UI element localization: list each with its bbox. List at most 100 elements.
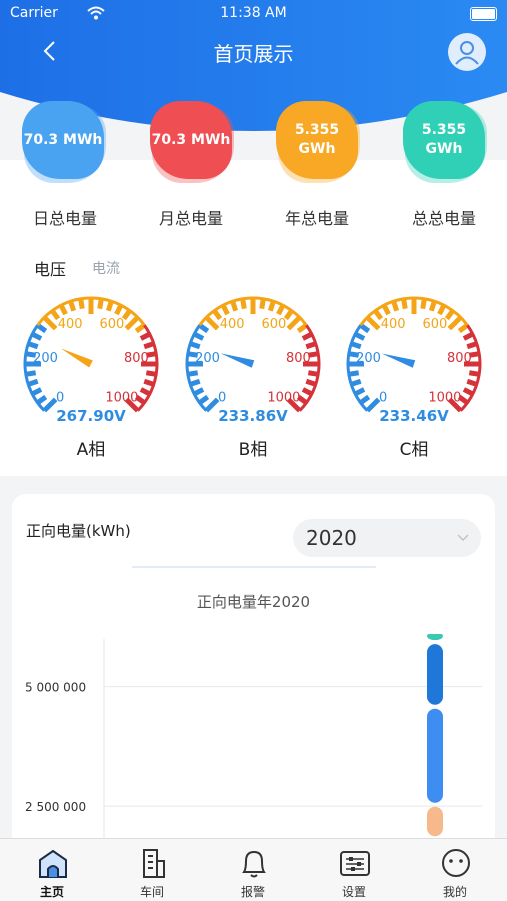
clock: 11:38 AM [220, 5, 287, 21]
tab-alarm[interactable]: 报警 [203, 839, 303, 901]
gauge-needle [381, 353, 416, 368]
bar-segment [427, 634, 443, 641]
gauge-b-value: 233.86V [218, 407, 288, 425]
home-icon [39, 849, 67, 878]
gauge-a: 0 200 400 600 800 1000 [23, 296, 159, 413]
bell-icon [242, 850, 266, 878]
gauge-tick [283, 309, 294, 321]
gauges-row: 0 200 400 600 800 1000 267.90V A相 0 200 400 600 8… [0, 288, 507, 468]
gauge-tick [198, 394, 210, 405]
building-icon [143, 849, 165, 878]
gauge-tick [145, 370, 157, 377]
tab-workshop-label: 车间 [139, 885, 164, 899]
tab-settings-label: 设置 [341, 885, 366, 899]
stat-total-label: 总总电量 [411, 209, 476, 228]
gauge-tick [359, 394, 371, 405]
gauge-tick [97, 298, 104, 310]
gauge-tick [466, 341, 478, 350]
stat-day-label: 日总电量 [32, 209, 97, 228]
gauge-tick [187, 370, 199, 377]
gauge-tick [58, 304, 68, 316]
stat-month-bubble: 70.3 MWh [150, 101, 232, 179]
gauge-tick-label: 200 [195, 351, 220, 366]
gauge-tick [204, 315, 220, 331]
tab-mine-label: 我的 [442, 885, 467, 899]
gauge-tick-label: 600 [422, 317, 447, 332]
year-select[interactable]: 2020 [293, 519, 481, 557]
gauge-tick [240, 298, 247, 310]
gauge-tick [124, 315, 140, 331]
gauge-tick [36, 394, 48, 405]
gauge-tick [466, 378, 478, 387]
gauge-tick [354, 331, 366, 341]
gauge-tick-label: 400 [381, 317, 406, 332]
chevron-down-icon [457, 534, 469, 542]
gauge-tick [121, 309, 132, 321]
gauge-c: 0 200 400 600 800 1000 [346, 296, 482, 413]
gauge-tick [139, 387, 151, 397]
stat-month-label: 月总电量 [158, 209, 223, 228]
gauge-tick [143, 341, 155, 350]
gauge-tick [31, 387, 43, 397]
tab-workshop[interactable]: 车间 [102, 839, 202, 901]
gauge-tick [193, 331, 205, 341]
gauge-tick [462, 331, 474, 341]
gauge-tick [286, 315, 302, 331]
gauge-b: 0 200 400 600 800 1000 [185, 296, 321, 413]
gauge-tick-label: 200 [356, 351, 381, 366]
tab-mine[interactable]: 我的 [405, 839, 505, 901]
gauge-tick [105, 300, 114, 312]
tab-current[interactable]: 电流 [92, 258, 120, 278]
card-title: 正向电量(kWh) [26, 522, 131, 540]
divider [132, 566, 376, 568]
gauge-tick [468, 370, 480, 377]
gauge-tick [401, 298, 408, 310]
tab-home[interactable]: 主页 [2, 839, 102, 901]
stat-year-bubble: 5.355 GWh [276, 101, 358, 179]
gauge-tick-label: 1000 [267, 391, 300, 406]
bar-segment [427, 806, 443, 837]
status-bar: Carrier 11:38 AM [0, 0, 507, 26]
gauge-c-name: C相 [399, 440, 429, 460]
tab-home-label: 主页 [39, 885, 64, 899]
gauge-tick [462, 387, 474, 397]
gauge-tick [230, 300, 239, 312]
user-icon [455, 41, 479, 65]
gauge-a-name: A相 [76, 440, 106, 460]
gauge-tick [348, 370, 360, 377]
gauge-tick [301, 387, 313, 397]
tab-voltage[interactable]: 电压 [34, 256, 66, 280]
gauge-tick-label: 400 [58, 317, 83, 332]
chart-title: 正向电量年2020 [196, 593, 311, 611]
gauge-tick-label: 800 [286, 351, 311, 366]
tab-settings[interactable]: 设置 [304, 839, 404, 901]
gauge-a-value: 267.90V [56, 407, 126, 425]
gauge-tick [259, 298, 266, 310]
gauge-tick [365, 315, 381, 331]
gauge-tick [267, 300, 276, 312]
energy-card: 正向电量(kWh) 2020 正向电量年2020 5 000 000 2 500 … [12, 494, 495, 854]
gauge-tick [437, 304, 447, 316]
gauge-c-value: 233.46V [379, 407, 449, 425]
gauge-tick [27, 378, 39, 387]
gauge-tick [350, 378, 362, 387]
gauge-tick [381, 304, 391, 316]
gauge-tick [193, 387, 205, 397]
gauge-tick [428, 300, 437, 312]
stat-total-bubble: 5.355 GWh [403, 101, 485, 179]
gauge-tick [31, 331, 43, 341]
gauge-tick-label: 0 [56, 391, 64, 406]
stat-year-label: 年总电量 [284, 209, 349, 228]
avatar[interactable] [448, 33, 486, 71]
gauge-tick [25, 370, 37, 377]
tab-bar: 主页 车间 报警 设置 我的 [0, 838, 507, 901]
gauge-tick [27, 341, 39, 350]
gauge-b-name: B相 [238, 440, 268, 460]
y-tick-label: 2 500 000 [25, 800, 86, 814]
face-icon [442, 849, 470, 877]
gauge-tick [189, 378, 201, 387]
bar-segment [427, 644, 443, 705]
stats-row: 70.3 MWh 日总电量 70.3 MWh 月总电量 5.355 GWh 年总… [0, 97, 507, 237]
gauge-tick [114, 304, 124, 316]
gauge-tick-label: 800 [447, 351, 472, 366]
